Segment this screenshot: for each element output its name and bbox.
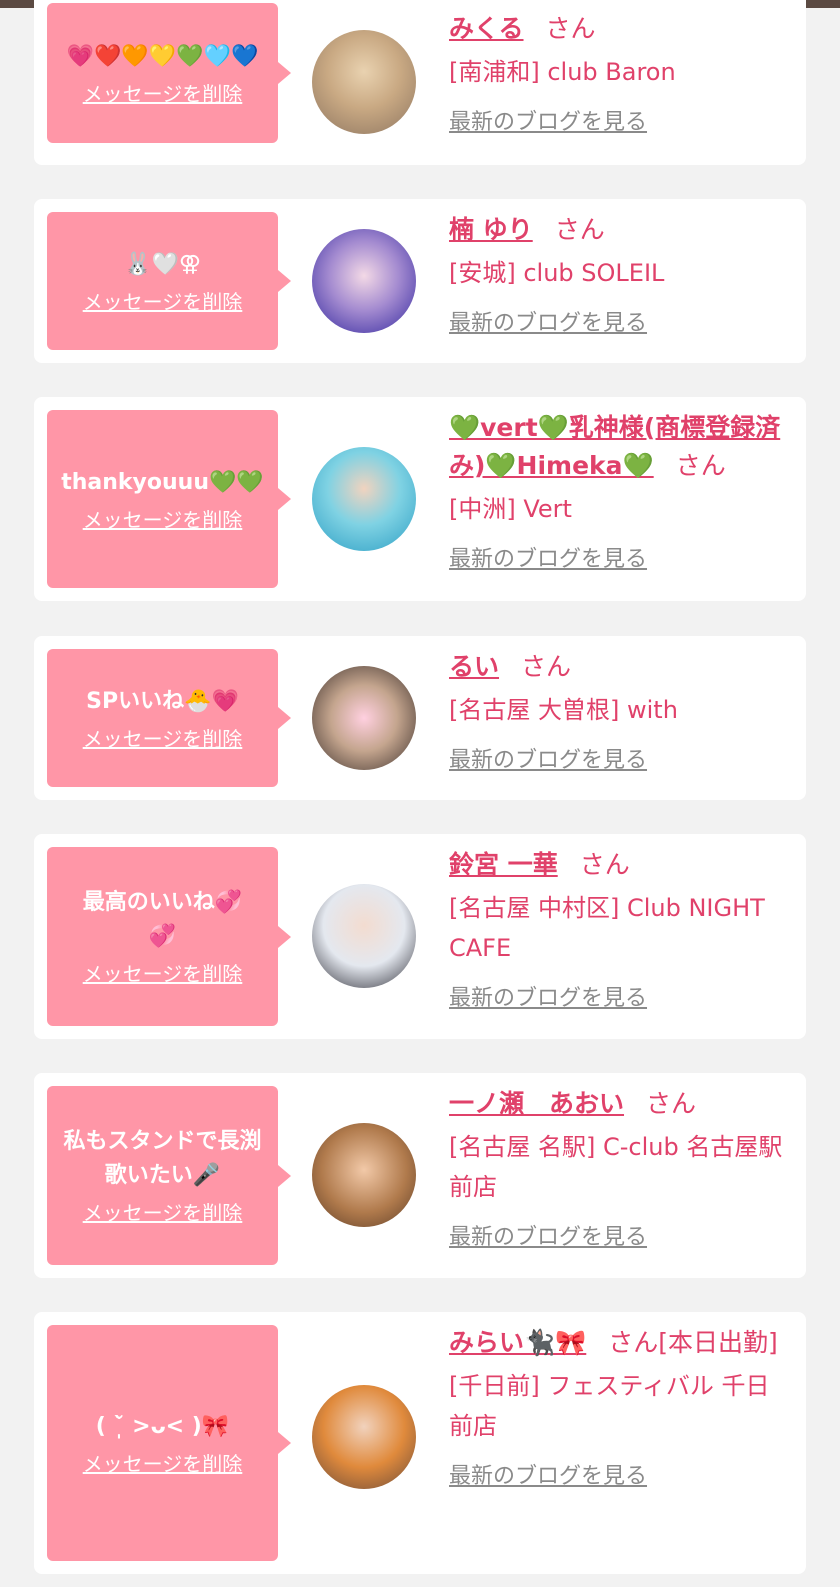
delete-message-link[interactable]: メッセージを削除 [83, 78, 243, 107]
message-text: 🐰🤍⚢ [124, 251, 201, 277]
message-bubble: 私もスタンドで長渕歌いたい🎤 メッセージを削除 [47, 1086, 291, 1265]
shop-name: [名古屋 中村区] Club NIGHT CAFE [449, 894, 765, 962]
latest-blog-link[interactable]: 最新のブログを見る [449, 541, 647, 573]
cast-name-line: 一ノ瀬 あおい さん [449, 1085, 787, 1123]
honorific: さん [554, 215, 605, 244]
delete-message-link[interactable]: メッセージを削除 [83, 1448, 243, 1477]
message-text: 最高のいいね💞💞 [82, 890, 243, 949]
message-bubble: 最高のいいね💞💞 メッセージを削除 [47, 847, 291, 1026]
avatar[interactable] [312, 1385, 416, 1489]
avatar[interactable] [312, 30, 416, 134]
message-text: 私もスタンドで長渕歌いたい🎤 [63, 1129, 262, 1188]
latest-blog-link[interactable]: 最新のブログを見る [449, 305, 647, 337]
shop-name: [千日前] フェスティバル 千日前店 [449, 1372, 770, 1440]
message-card: thankyouuu💚💚 メッセージを削除 💚vert💚乳神様(商標登録済み)💚… [34, 397, 806, 601]
honorific: さん[本日出勤] [608, 1328, 778, 1357]
cast-name-line: 💚vert💚乳神様(商標登録済み)💚Himeka💚 さん [449, 409, 787, 485]
message-card: 最高のいいね💞💞 メッセージを削除 鈴宮 一華 さん [名古屋 中村区] Club… [34, 834, 806, 1039]
message-bubble: 💗❤️🧡💛💚🩵💙 メッセージを削除 [47, 3, 291, 143]
cast-info: 楠 ゆり さん [安城] club SOLEIL 最新のブログを見る [449, 211, 787, 337]
message-bubble: ( ˘̩̀ >ᴗ< )🎀 メッセージを削除 [47, 1325, 291, 1561]
cast-name-link[interactable]: 一ノ瀬 あおい [449, 1089, 624, 1118]
latest-blog-link[interactable]: 最新のブログを見る [449, 1458, 647, 1490]
message-card: 🐰🤍⚢ メッセージを削除 楠 ゆり さん [安城] club SOLEIL 最新の… [34, 199, 806, 363]
cast-name-line: みくる さん [449, 10, 787, 48]
message-text: SPいいね🐣💗 [86, 688, 239, 714]
cast-info: 💚vert💚乳神様(商標登録済み)💚Himeka💚 さん [中洲] Vert 最新… [449, 409, 787, 573]
cast-info: 一ノ瀬 あおい さん [名古屋 名駅] C-club 名古屋駅前店 最新のブログを… [449, 1085, 787, 1251]
avatar[interactable] [312, 884, 416, 988]
message-text: 💗❤️🧡💛💚🩵💙 [66, 43, 259, 69]
message-bubble: thankyouuu💚💚 メッセージを削除 [47, 410, 291, 588]
delete-message-link[interactable]: メッセージを削除 [83, 286, 243, 315]
cast-name-line: るい さん [449, 648, 787, 686]
cast-name-line: みらい🐈‍⬛🎀 さん[本日出勤] [449, 1324, 787, 1362]
shop-name: [名古屋 大曽根] with [449, 696, 678, 724]
message-card: ( ˘̩̀ >ᴗ< )🎀 メッセージを削除 みらい🐈‍⬛🎀 さん[本日出勤] [千… [34, 1312, 806, 1574]
avatar[interactable] [312, 666, 416, 770]
honorific: さん [545, 14, 596, 43]
message-card: 💗❤️🧡💛💚🩵💙 メッセージを削除 みくる さん [南浦和] club Baron… [34, 0, 806, 165]
cast-info: みらい🐈‍⬛🎀 さん[本日出勤] [千日前] フェスティバル 千日前店 最新のブロ… [449, 1324, 787, 1490]
message-card: SPいいね🐣💗 メッセージを削除 るい さん [名古屋 大曽根] with 最新の… [34, 636, 806, 800]
honorific: さん [675, 451, 726, 480]
cast-name-line: 楠 ゆり さん [449, 211, 787, 249]
message-bubble: SPいいね🐣💗 メッセージを削除 [47, 649, 291, 787]
cast-name-link[interactable]: みくる [449, 14, 524, 43]
honorific: さん [646, 1089, 697, 1118]
message-text: ( ˘̩̀ >ᴗ< )🎀 [95, 1413, 230, 1439]
latest-blog-link[interactable]: 最新のブログを見る [449, 1219, 647, 1251]
cast-name-line: 鈴宮 一華 さん [449, 846, 787, 884]
message-card: 私もスタンドで長渕歌いたい🎤 メッセージを削除 一ノ瀬 あおい さん [名古屋 名… [34, 1073, 806, 1278]
honorific: さん [579, 850, 630, 879]
avatar[interactable] [312, 447, 416, 551]
delete-message-link[interactable]: メッセージを削除 [83, 723, 243, 752]
shop-name: [南浦和] club Baron [449, 58, 676, 86]
message-bubble: 🐰🤍⚢ メッセージを削除 [47, 212, 291, 350]
avatar[interactable] [312, 229, 416, 333]
cast-name-link[interactable]: 鈴宮 一華 [449, 850, 558, 879]
delete-message-link[interactable]: メッセージを削除 [83, 504, 243, 533]
cast-info: るい さん [名古屋 大曽根] with 最新のブログを見る [449, 648, 787, 774]
latest-blog-link[interactable]: 最新のブログを見る [449, 742, 647, 774]
honorific: さん [521, 652, 572, 681]
cast-info: 鈴宮 一華 さん [名古屋 中村区] Club NIGHT CAFE 最新のブログ… [449, 846, 787, 1012]
cast-name-link[interactable]: みらい🐈‍⬛🎀 [449, 1328, 586, 1357]
cast-name-link[interactable]: るい [449, 652, 499, 681]
avatar[interactable] [312, 1123, 416, 1227]
shop-name: [名古屋 名駅] C-club 名古屋駅前店 [449, 1133, 783, 1201]
delete-message-link[interactable]: メッセージを削除 [83, 1197, 243, 1226]
cast-name-link[interactable]: 楠 ゆり [449, 215, 533, 244]
cast-info: みくる さん [南浦和] club Baron 最新のブログを見る [449, 10, 787, 136]
latest-blog-link[interactable]: 最新のブログを見る [449, 980, 647, 1012]
delete-message-link[interactable]: メッセージを削除 [83, 958, 243, 987]
shop-name: [中洲] Vert [449, 495, 572, 523]
shop-name: [安城] club SOLEIL [449, 259, 665, 287]
latest-blog-link[interactable]: 最新のブログを見る [449, 104, 647, 136]
message-text: thankyouuu💚💚 [61, 469, 264, 495]
cast-name-link[interactable]: 💚vert💚乳神様(商標登録済み)💚Himeka💚 [449, 413, 780, 480]
